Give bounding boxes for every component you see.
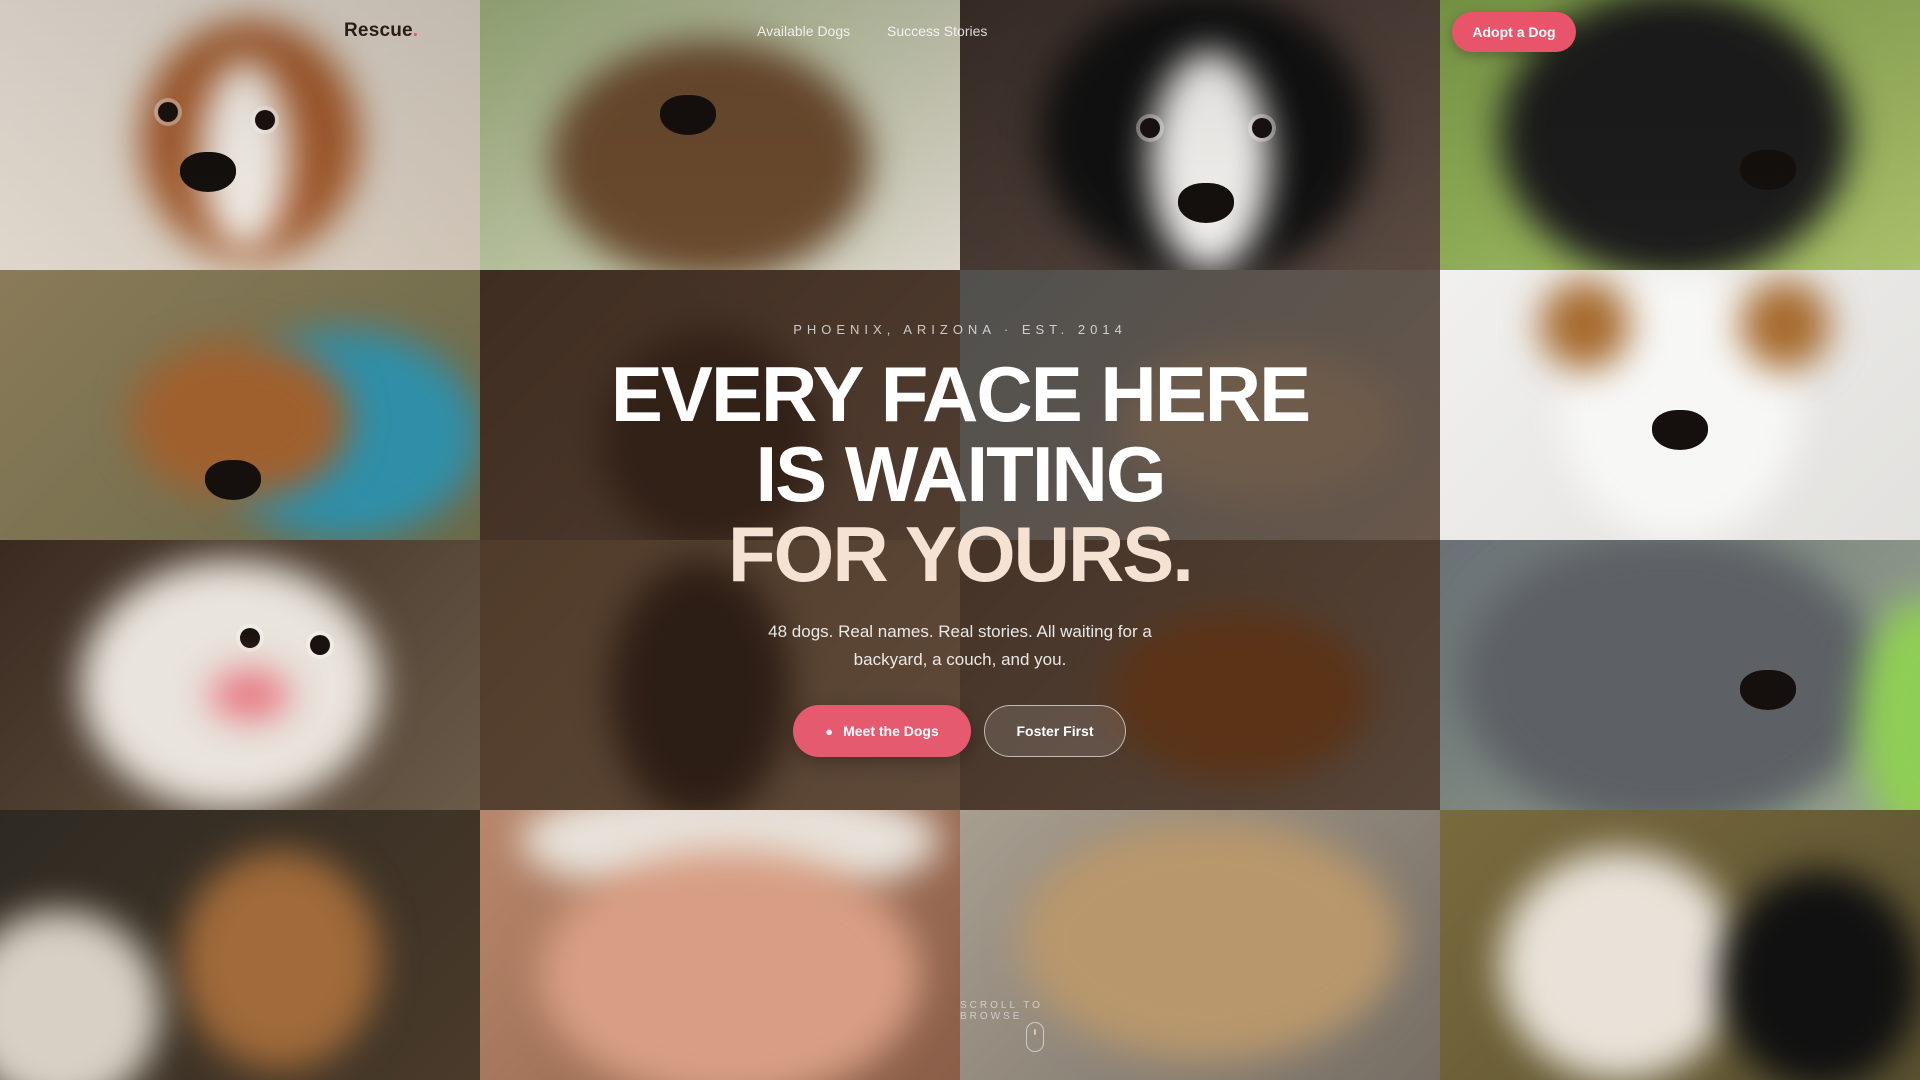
meet-the-dogs-button[interactable]: ● Meet the Dogs: [793, 705, 971, 757]
foster-first-button[interactable]: Foster First: [984, 705, 1126, 757]
headline-line-2: IS WAITING: [755, 430, 1167, 518]
photo-tile: [0, 540, 480, 810]
photo-tile: [0, 270, 480, 540]
photo-tile: [1440, 540, 1920, 810]
adopt-a-dog-button[interactable]: Adopt a Dog: [1452, 12, 1576, 52]
hero: PHOENIX, ARIZONA · EST. 2014 EVERY FACE …: [480, 270, 1440, 810]
photo-tile: [480, 810, 960, 1080]
photo-tile: [0, 810, 480, 1080]
meet-the-dogs-label: Meet the Dogs: [843, 723, 939, 739]
hero-subtext: 48 dogs. Real names. Real stories. All w…: [768, 622, 1152, 669]
photo-tile: [1440, 270, 1920, 540]
mouse-scroll-icon: [1026, 1022, 1044, 1052]
nav-link-success-stories[interactable]: Success Stories: [887, 23, 987, 39]
headline-line-1: EVERY FACE HERE: [610, 350, 1311, 438]
headline-line-3: FOR YOURS.: [728, 510, 1194, 598]
brand-dot: .: [412, 20, 419, 41]
photo-tile: [1440, 810, 1920, 1080]
nav-link-available-dogs[interactable]: Available Dogs: [757, 23, 850, 39]
paw-icon: ●: [825, 723, 834, 739]
brand-name: Rescue: [344, 20, 413, 41]
hero-eyebrow: PHOENIX, ARIZONA · EST. 2014: [793, 322, 1127, 337]
hero-headline: EVERY FACE HERE IS WAITING FOR YOURS.: [480, 354, 1440, 594]
brand-logo[interactable]: Rescue.: [344, 20, 418, 42]
top-navigation: Rescue. Available Dogs Success Stories A…: [0, 0, 1920, 64]
scroll-hint: SCROLL TO BROWSE: [960, 1000, 1043, 1022]
